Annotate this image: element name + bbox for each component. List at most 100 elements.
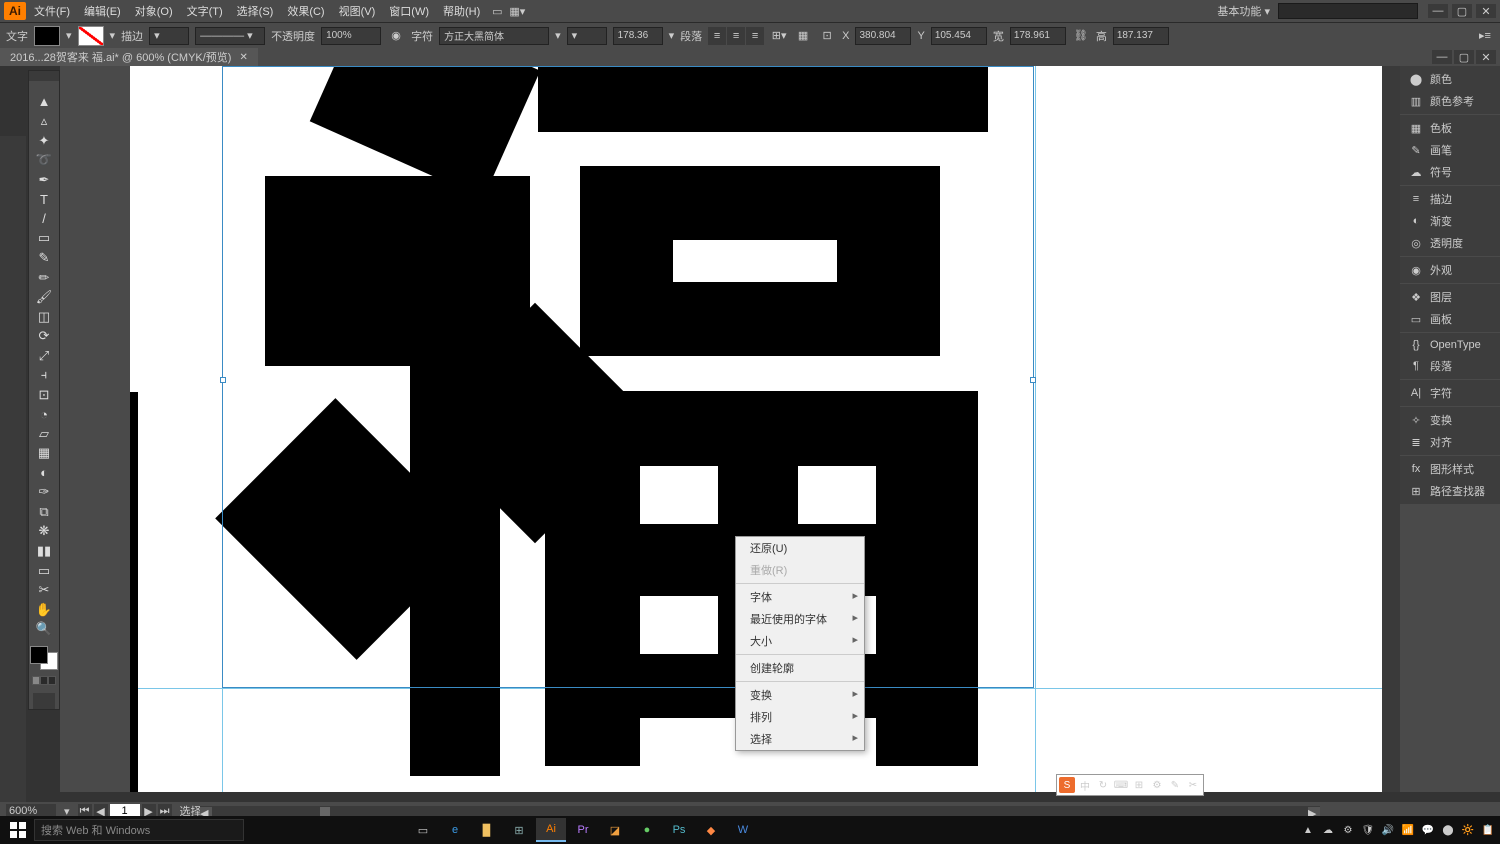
ime-logo[interactable]: S [1059,777,1075,793]
tray-settings-icon[interactable]: ⚙ [1340,822,1356,838]
panel-opentype[interactable]: {}OpenType [1400,335,1500,355]
doc-minimize[interactable]: — [1432,50,1452,64]
ctx-create-outlines[interactable]: 创建轮廓 [736,657,864,679]
ctx-recent-fonts[interactable]: 最近使用的字体 [736,608,864,630]
window-close[interactable]: ✕ [1476,4,1496,18]
font-size[interactable]: 178.36 [613,27,663,45]
mesh-tool[interactable]: ▦ [31,445,57,463]
ime-switch-icon[interactable]: ↻ [1095,777,1111,793]
taskbar-premiere[interactable]: Pr [568,818,598,842]
rotate-tool[interactable]: ⟳ [31,327,57,345]
panel-character[interactable]: A|字符 [1400,382,1500,404]
panel-paragraph[interactable]: ¶段落 [1400,355,1500,377]
ctx-arrange[interactable]: 排列 [736,706,864,728]
canvas-viewport[interactable]: 还原(U) 重做(R) 字体 最近使用的字体 大小 创建轮廓 变换 排列 选择 [130,66,1382,792]
stroke-weight[interactable]: ▾ [149,27,189,45]
tray-brightness-icon[interactable]: 🔆 [1460,822,1476,838]
panel-color-guide[interactable]: ▥颜色参考 [1400,90,1500,112]
panel-stroke[interactable]: ≡描边 [1400,188,1500,210]
stroke-color[interactable] [78,26,104,46]
magic-wand-tool[interactable]: ✦ [31,132,57,150]
taskbar-photoshop[interactable]: Ps [664,818,694,842]
ctx-undo[interactable]: 还原(U) [736,537,864,559]
ctx-size[interactable]: 大小 [736,630,864,652]
paintbrush-tool[interactable]: ✎ [31,249,57,267]
taskbar-app4[interactable]: ● [632,818,662,842]
ctx-font[interactable]: 字体 [736,586,864,608]
window-maximize[interactable]: ▢ [1452,4,1472,18]
artboard-tool[interactable]: ▭ [31,562,57,580]
stroke-dropdown-icon[interactable]: ▾ [110,29,116,42]
task-view-button[interactable]: ▭ [408,818,438,842]
color-picker[interactable] [30,646,58,671]
panel-artboards[interactable]: ▭画板 [1400,308,1500,330]
link-wh-icon[interactable]: ⛓ [1072,27,1090,45]
recolor-icon[interactable]: ◉ [387,27,405,45]
size-dropdown-icon[interactable]: ▾ [669,29,675,42]
eyedropper-tool[interactable]: ✑ [31,484,57,502]
hand-tool[interactable]: ✋ [31,601,57,619]
panel-color[interactable]: ⬤颜色 [1400,68,1500,90]
align-center[interactable]: ≡ [727,27,745,45]
menu-object[interactable]: 对象(O) [129,1,179,21]
window-minimize[interactable]: — [1428,4,1448,18]
panel-graphic-styles[interactable]: fx图形样式 [1400,458,1500,480]
panel-swatches[interactable]: ▦色板 [1400,117,1500,139]
font-family[interactable]: 方正大黑简体 [439,27,549,45]
blob-brush-tool[interactable]: 🖌 [31,288,57,306]
tray-dot-icon[interactable]: ⬤ [1440,822,1456,838]
tray-network-icon[interactable]: 📶 [1400,822,1416,838]
panel-collapse-strip[interactable] [1382,66,1400,792]
transform-panel-icon[interactable]: ⊡ [818,27,836,45]
panel-align[interactable]: ≣对齐 [1400,431,1500,453]
lasso-tool[interactable]: ➰ [31,152,57,170]
tray-cloud-icon[interactable]: ☁ [1320,822,1336,838]
free-transform-tool[interactable]: ⊡ [31,386,57,404]
ime-toolbar[interactable]: S 中 ↻ ⌨ ⊞ ⚙ ✎ ✂ [1056,774,1204,796]
type-tool[interactable]: T [31,191,57,209]
arrange-docs-icon[interactable]: ▦▾ [508,2,526,20]
perspective-tool[interactable]: ▱ [31,425,57,443]
taskbar-illustrator[interactable]: Ai [536,818,566,842]
panel-gradient[interactable]: ◐渐变 [1400,210,1500,232]
width-tool[interactable]: ⫞ [31,366,57,384]
panel-transform[interactable]: ✧变换 [1400,409,1500,431]
panel-transparency[interactable]: ◎透明度 [1400,232,1500,254]
panel-brushes[interactable]: ✎画笔 [1400,139,1500,161]
pen-tool[interactable]: ✒ [31,171,57,189]
taskbar-search[interactable]: 搜索 Web 和 Windows [34,819,244,841]
h-value[interactable]: 187.137 [1113,27,1169,45]
menu-type[interactable]: 文字(T) [181,1,229,21]
taskbar-app3[interactable]: ◪ [600,818,630,842]
panel-menu-icon[interactable]: ▸≡ [1476,27,1494,45]
ime-settings-icon[interactable]: ⚙ [1149,777,1165,793]
menu-effect[interactable]: 效果(C) [281,1,330,21]
shape-builder-tool[interactable]: ◔ [31,406,57,424]
taskbar-edge[interactable]: e [440,818,470,842]
transform-icon[interactable]: ▦ [794,27,812,45]
gradient-tool[interactable]: ◐ [31,464,57,482]
zoom-tool[interactable]: 🔍 [31,620,57,638]
menu-view[interactable]: 视图(V) [333,1,382,21]
align-left[interactable]: ≡ [708,27,726,45]
ime-tool-icon[interactable]: ✂ [1185,777,1201,793]
panel-symbols[interactable]: ☁符号 [1400,161,1500,183]
document-tab[interactable]: 2016...28贺客来 福.ai* @ 600% (CMYK/预览) ✕ [0,48,258,66]
tray-overflow-icon[interactable]: ▲ [1300,822,1316,838]
ctx-transform[interactable]: 变换 [736,684,864,706]
w-value[interactable]: 178.961 [1010,27,1066,45]
font-dropdown-icon[interactable]: ▾ [555,29,561,42]
tray-chat-icon[interactable]: 💬 [1420,822,1436,838]
slice-tool[interactable]: ✂ [31,581,57,599]
tray-shield-icon[interactable]: 🛡 [1360,822,1376,838]
menu-select[interactable]: 选择(S) [231,1,280,21]
ime-keyboard-icon[interactable]: ⌨ [1113,777,1129,793]
taskbar-store[interactable]: ⊞ [504,818,534,842]
help-search[interactable] [1278,3,1418,19]
menu-file[interactable]: 文件(F) [28,1,76,21]
panel-layers[interactable]: ❖图层 [1400,286,1500,308]
taskbar-word[interactable]: W [728,818,758,842]
x-value[interactable]: 380.804 [855,27,911,45]
pencil-tool[interactable]: ✏ [31,269,57,287]
panel-appearance[interactable]: ◉外观 [1400,259,1500,281]
